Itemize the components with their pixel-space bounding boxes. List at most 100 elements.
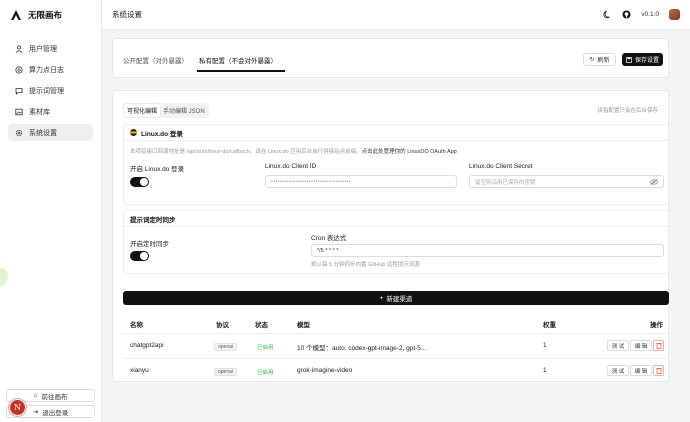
sidebar-item-credit-log[interactable]: 算力点日志 (8, 61, 93, 78)
channel-models: 10 个模型：auto, codex-gpt-image-2, gpt-5... (297, 345, 427, 352)
new-channel-button[interactable]: + 新建渠道 (123, 291, 669, 305)
client-secret-label: Linux.do Client Secret (469, 163, 533, 170)
col-ops: 操作 (650, 322, 663, 329)
goto-canvas-label: 前往画布 (41, 393, 68, 401)
test-button[interactable]: 测 试 (607, 365, 629, 376)
trash-icon (655, 343, 662, 349)
cron-hint: 默认每 5 分钟同步内置 GitHub 远程提示词源 (311, 262, 420, 268)
linuxdo-icon (130, 129, 137, 136)
save-icon (626, 56, 632, 63)
prompt-sync-header: 提示词定时同步 (124, 211, 668, 227)
sidebar-item-prompts[interactable]: 提示词管理 (8, 82, 93, 99)
client-id-label: Linux.do Client ID (265, 163, 317, 170)
gear-icon (15, 129, 23, 136)
protocol-badge: openai (214, 343, 238, 351)
sync-enable-label: 开启定时同步 (130, 241, 169, 248)
page-title: 系统设置 (112, 10, 142, 19)
topbar: 系统设置 v0.1.0 (102, 0, 690, 30)
user-avatar[interactable] (669, 9, 680, 20)
linuxdo-enable-label: 开启 Linux.do 登录 (130, 166, 185, 173)
tab-private-config[interactable]: 私有配置（不会对外暴露） (199, 55, 277, 65)
autosave-note: 该指配置只会在后台保存 (597, 108, 658, 114)
edit-button[interactable]: 编 辑 (630, 340, 652, 351)
table-row[interactable]: chatgpt2api openai 已启用 10 个模型：auto, code… (123, 333, 669, 358)
linuxdo-desc-text: 本项目接口回调地址是 /api/auth/linux-do/callback。请… (130, 149, 362, 155)
sidebar-item-label: 素材库 (29, 108, 50, 116)
col-protocol: 协议 (216, 322, 229, 329)
col-name: 名称 (130, 322, 143, 329)
channel-name: xianyu (130, 367, 149, 374)
tab-public-config[interactable]: 公开配置（对外暴露） (123, 55, 188, 65)
status-badge: 已启用 (257, 370, 274, 376)
linuxdo-description: 本项目接口回调地址是 /api/auth/linux-do/callback。请… (130, 147, 457, 155)
sidebar-item-label: 提示词管理 (29, 87, 64, 95)
refresh-icon: ↻ (589, 57, 595, 63)
delete-button[interactable] (653, 365, 664, 376)
github-icon[interactable] (622, 10, 631, 19)
test-button[interactable]: 测 试 (607, 340, 629, 351)
moon-icon[interactable] (603, 10, 612, 19)
channel-models: grok-imagine-video (297, 367, 353, 374)
col-model: 模型 (297, 322, 310, 329)
protocol-badge: openai (214, 368, 238, 376)
channel-name: chatgpt2api (130, 342, 164, 349)
brand-title: 无限画布 (28, 10, 63, 20)
settings-card: 可视化编辑 手动编辑 JSON 该指配置只会在后台保存 Linux.do 登录 … (112, 90, 669, 382)
col-weight: 权重 (543, 322, 556, 329)
client-secret-input[interactable]: 留空则沿用已保存的密钥 (469, 175, 664, 188)
save-settings-button[interactable]: 保存设置 (622, 53, 663, 66)
linuxdo-enable-toggle[interactable] (130, 177, 149, 187)
channel-weight: 1 (543, 367, 547, 374)
plus-icon: + (379, 294, 384, 302)
prompt-sync-section: 提示词定时同步 开启定时同步 Cron 表达式 */5 * * * * 默认每 … (123, 210, 669, 274)
sidebar-item-users[interactable]: 用户管理 (8, 40, 93, 57)
image-icon (15, 108, 23, 115)
logout-label: 退出登录 (42, 409, 69, 417)
eye-off-icon[interactable] (650, 178, 658, 185)
sidebar-item-settings[interactable]: 系统设置 (8, 124, 93, 141)
sidebar-nav: 用户管理 算力点日志 提示词管理 素材库 系统设置 (0, 40, 101, 141)
prompt-sync-title: 提示词定时同步 (130, 216, 176, 224)
delete-button[interactable] (653, 340, 664, 351)
refresh-button[interactable]: ↻ 刷新 (583, 53, 616, 66)
trash-icon (655, 368, 662, 374)
editor-mode-tabs: 可视化编辑 手动编辑 JSON (123, 103, 209, 118)
client-secret-placeholder: 留空则沿用已保存的密钥 (475, 179, 536, 186)
sidebar-item-label: 系统设置 (29, 129, 57, 137)
cron-label: Cron 表达式 (311, 235, 347, 242)
topbar-actions: v0.1.0 (603, 9, 680, 20)
cron-input[interactable]: */5 * * * * (311, 244, 664, 257)
logo-icon (11, 10, 21, 20)
col-status: 状态 (255, 322, 268, 329)
edit-button[interactable]: 编 辑 (630, 365, 652, 376)
coin-icon (15, 65, 23, 74)
sidebar-item-label: 用户管理 (29, 45, 57, 53)
refresh-label: 刷新 (597, 58, 610, 64)
linuxdo-header: Linux.do 登录 (124, 125, 668, 141)
user-icon (15, 44, 23, 53)
linuxdo-oauth-link[interactable]: 点击此处管理你的 LinuxDO OAuth App (362, 149, 457, 155)
save-label: 保存设置 (634, 58, 659, 64)
table-row[interactable]: xianyu openai 已启用 grok-imagine-video 1 测… (123, 358, 669, 383)
sync-enable-toggle[interactable] (130, 251, 149, 261)
client-id-input[interactable]: •••••••••••••••••••••••••••••••••••• (265, 175, 457, 188)
channel-weight: 1 (543, 342, 547, 349)
tab-json-edit[interactable]: 手动编辑 JSON (160, 104, 208, 117)
active-tab-indicator (197, 70, 285, 72)
sidebar-item-label: 算力点日志 (29, 66, 64, 74)
home-icon: ⌂ (33, 392, 38, 399)
new-channel-label: 新建渠道 (386, 296, 413, 303)
brand[interactable]: 无限画布 (0, 0, 101, 30)
logout-icon: ⇥ (32, 408, 39, 416)
status-badge: 已启用 (257, 345, 274, 351)
linuxdo-title: Linux.do 登录 (141, 130, 183, 138)
message-icon (15, 87, 23, 95)
config-tabs-card: 公开配置（对外暴露） 私有配置（不会对外暴露） ↻ 刷新 保存设置 (112, 38, 669, 78)
avatar[interactable]: N (9, 399, 26, 416)
client-id-value: •••••••••••••••••••••••••••••••••••• (271, 178, 352, 185)
tab-visual-edit[interactable]: 可视化编辑 (124, 104, 161, 117)
linuxdo-section: Linux.do 登录 本项目接口回调地址是 /api/auth/linux-d… (123, 124, 669, 205)
version-label: v0.1.0 (641, 11, 659, 18)
sidebar-item-assets[interactable]: 素材库 (8, 103, 93, 120)
cron-value: */5 * * * * (317, 247, 339, 254)
